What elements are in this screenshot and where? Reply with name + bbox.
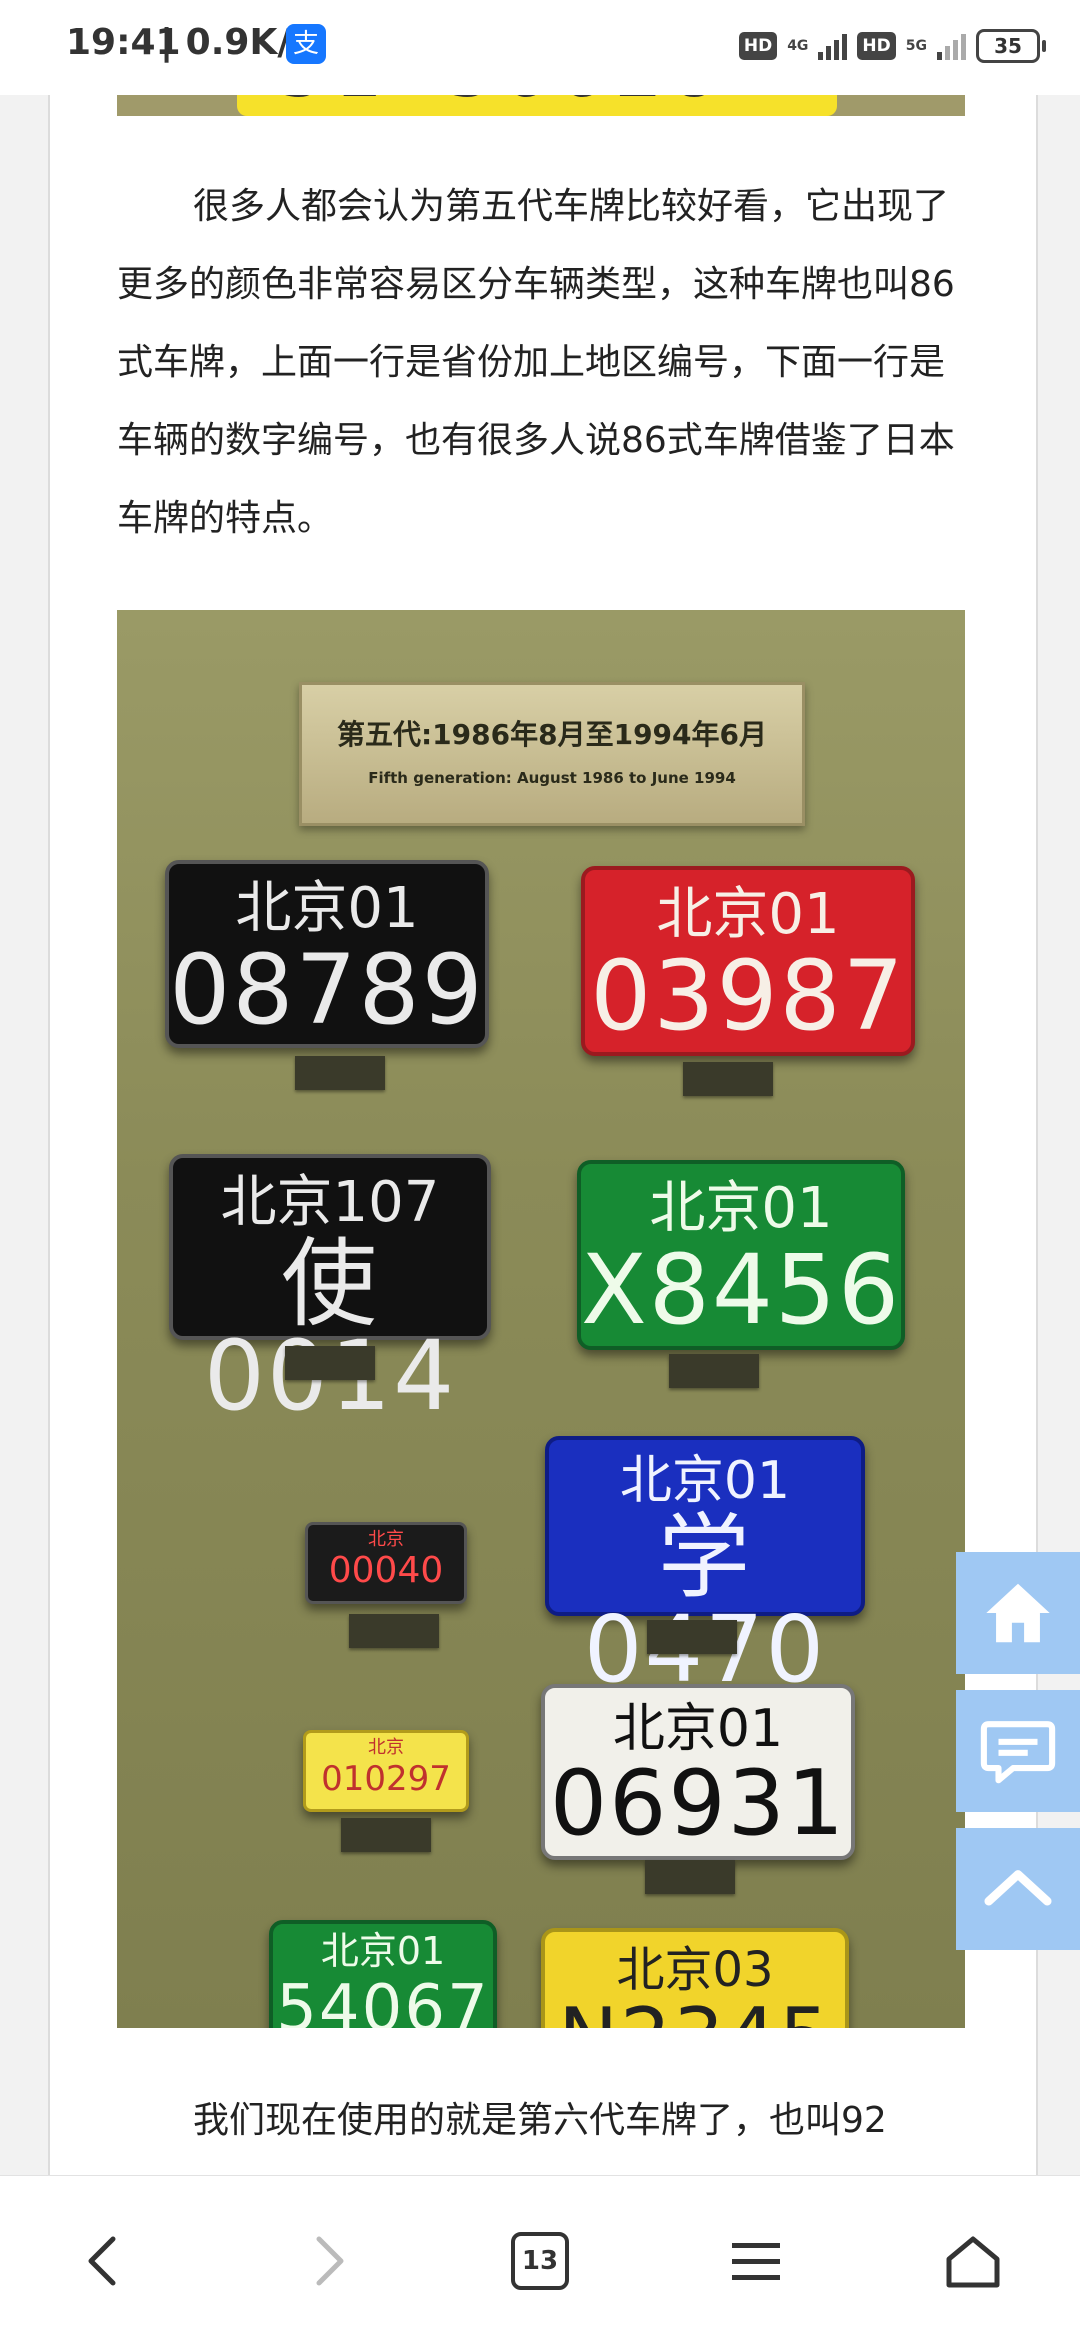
license-plate: 北京01 54067 [269, 1920, 497, 2028]
menu-icon [732, 2243, 780, 2280]
plate-line2: 使0014 [203, 1228, 457, 1432]
plate-caption [341, 1818, 431, 1852]
article-image-museum: 第五代:1986年8月至1994年6月 Fifth generation: Au… [117, 610, 965, 2028]
tab-count: 13 [511, 2232, 569, 2290]
home-button[interactable] [928, 2216, 1018, 2306]
plate-line1: 北京03 [616, 1942, 774, 1998]
plate-line2: 010297 [321, 1759, 451, 1799]
plate-line2: 03987 [590, 940, 906, 1052]
status-indicators: HD 4G HD 5G 35 [738, 26, 1046, 66]
comment-float-button[interactable] [956, 1690, 1080, 1812]
chevron-left-icon [88, 2236, 116, 2286]
plate-line1: 北京 [368, 1529, 404, 1550]
sign-title: 第五代:1986年8月至1994年6月 [336, 718, 768, 751]
plate-line2: 54067 [276, 1972, 490, 2028]
article-paragraph: 很多人都会认为第五代车牌比较好看，它出现了更多的颜色非常容易区分车辆类型，这种车… [117, 186, 955, 539]
plate-caption [285, 1346, 375, 1380]
plate-line2: 06931 [549, 1751, 847, 1856]
home-float-button[interactable] [956, 1552, 1080, 1674]
license-plate: 北京01 06931 [541, 1684, 855, 1860]
menu-button[interactable] [711, 2216, 801, 2306]
signal-icon [818, 32, 848, 60]
signal-icon [937, 32, 966, 60]
forward-button[interactable] [282, 2216, 372, 2306]
chevron-up-icon [984, 1870, 1052, 1906]
license-plate: 北京03 N2345 [541, 1928, 849, 2028]
license-plate: 北京01 学0470 [545, 1436, 865, 1696]
license-plate: 北京 00040 [305, 1522, 467, 1604]
comment-icon [980, 1721, 1056, 1784]
plate-caption [349, 1614, 439, 1648]
license-plate: 北京107 使0014 [169, 1154, 491, 1424]
back-button[interactable] [60, 2216, 150, 2306]
license-plate: 北京01 03987 [581, 866, 915, 1056]
plate-line1: 北京01 [320, 1929, 446, 1973]
battery-icon: 35 [976, 29, 1046, 63]
alipay-icon: 支 [286, 24, 326, 64]
hd-icon: HD [857, 32, 896, 60]
plate-line2: N2345 [545, 1998, 845, 2029]
license-plate: 北京01 08789 [165, 860, 489, 1048]
plate-line2: 学0470 [583, 1504, 827, 1703]
plate-caption [647, 1620, 737, 1654]
tabs-button[interactable]: 13 [495, 2216, 585, 2306]
status-bar: 19:41 | 0.9K/s 支 HD 4G HD 5G 35 [0, 0, 1080, 95]
license-plate: 北京01 X8456 [577, 1160, 905, 1350]
plate-caption [683, 1062, 773, 1096]
home-outline-icon [946, 2236, 1000, 2288]
network-5g-label: 5G [905, 38, 927, 54]
plate-line2: X8456 [581, 1234, 902, 1346]
plate-caption [645, 1860, 735, 1894]
network-4g-label: 4G [787, 38, 809, 54]
hd-icon: HD [738, 32, 778, 60]
back-to-top-button[interactable] [956, 1828, 1080, 1950]
chevron-right-icon [316, 2236, 344, 2286]
exhibit-sign: 第五代:1986年8月至1994年6月 Fifth generation: Au… [299, 682, 805, 826]
sign-subtitle: Fifth generation: August 1986 to June 19… [368, 769, 736, 787]
plate-line1: 北京01 [619, 1451, 791, 1511]
license-plate: 北京 010297 [303, 1730, 469, 1812]
plate-line1: 北京 [368, 1737, 404, 1758]
plate-line2: 00040 [328, 1550, 444, 1591]
plate-caption [295, 1056, 385, 1090]
home-icon [986, 1583, 1050, 1643]
plate-caption [669, 1354, 759, 1388]
article-paragraph: 我们现在使用的就是第六代车牌了，也叫92 [193, 2100, 887, 2141]
bottom-navigation: 13 [0, 2175, 1080, 2341]
plate-line2: 08789 [169, 934, 485, 1046]
